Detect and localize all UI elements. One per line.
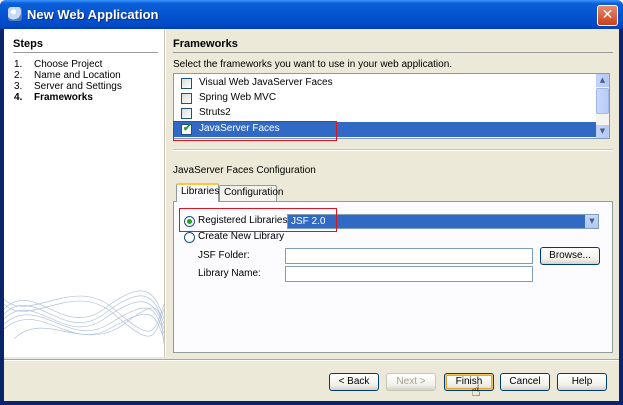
framework-item-struts2[interactable]: Struts2 bbox=[174, 106, 598, 121]
library-name-field[interactable] bbox=[285, 266, 533, 282]
step-number: 2. bbox=[14, 70, 23, 81]
framework-label: Spring Web MVC bbox=[199, 92, 277, 103]
tab-configuration[interactable]: Configuration bbox=[219, 185, 283, 201]
scroll-up-arrow-icon[interactable]: ▲ bbox=[596, 74, 609, 87]
step-item: 1. Choose Project bbox=[14, 59, 102, 70]
framework-label: Visual Web JavaServer Faces bbox=[199, 77, 333, 88]
section-divider bbox=[173, 149, 613, 151]
tab-libraries[interactable]: Libraries bbox=[176, 183, 219, 202]
cancel-button[interactable]: Cancel bbox=[500, 373, 550, 391]
framework-item-visual-web-jsf[interactable]: Visual Web JavaServer Faces bbox=[174, 76, 598, 91]
create-new-library-radio[interactable] bbox=[184, 232, 195, 243]
back-button[interactable]: < Back bbox=[329, 373, 379, 391]
help-button[interactable]: Help bbox=[557, 373, 607, 391]
step-item: 2. Name and Location bbox=[14, 70, 121, 81]
step-label: Frameworks bbox=[34, 92, 93, 103]
highlight-box-registered-libraries bbox=[179, 208, 337, 232]
step-number: 4. bbox=[14, 92, 23, 103]
close-button[interactable]: ✕ bbox=[597, 5, 618, 26]
frameworks-divider bbox=[173, 52, 613, 53]
library-name-label: Library Name: bbox=[198, 268, 261, 279]
browse-button[interactable]: Browse... bbox=[540, 247, 600, 265]
framework-checkbox[interactable] bbox=[181, 78, 192, 89]
jsf-folder-label: JSF Folder: bbox=[198, 250, 250, 261]
configuration-title: JavaServer Faces Configuration bbox=[173, 165, 316, 176]
framework-label: Struts2 bbox=[199, 107, 231, 118]
panel-divider bbox=[164, 29, 166, 357]
mouse-pointer-icon: ☝ bbox=[471, 381, 481, 400]
scroll-down-arrow-icon[interactable]: ▼ bbox=[596, 125, 609, 138]
steps-title: Steps bbox=[13, 38, 43, 50]
decorative-waves-graphic bbox=[4, 290, 164, 345]
create-new-library-label: Create New Library bbox=[198, 231, 285, 242]
next-button[interactable]: Next > bbox=[386, 373, 436, 391]
title-bar[interactable]: New Web Application ✕ bbox=[0, 0, 623, 29]
frameworks-scrollbar[interactable]: ▲ ▼ bbox=[596, 74, 609, 138]
step-number: 1. bbox=[14, 59, 23, 70]
highlight-box-jsf-framework bbox=[173, 121, 337, 141]
frameworks-description: Select the frameworks you want to use in… bbox=[173, 59, 453, 70]
framework-item-spring-web-mvc[interactable]: Spring Web MVC bbox=[174, 91, 598, 106]
step-item-current: 4. Frameworks bbox=[14, 92, 93, 103]
footer-divider bbox=[4, 359, 619, 361]
frameworks-panel: Frameworks Select the frameworks you wan… bbox=[167, 29, 619, 357]
finish-button[interactable]: Finish bbox=[444, 373, 494, 391]
scroll-thumb[interactable] bbox=[596, 88, 609, 114]
steps-panel: Steps 1. Choose Project 2. Name and Locati… bbox=[4, 29, 164, 357]
frameworks-title: Frameworks bbox=[173, 38, 238, 50]
chevron-down-icon[interactable]: ▼ bbox=[585, 215, 598, 228]
step-number: 3. bbox=[14, 81, 23, 92]
jsf-folder-field[interactable] bbox=[285, 248, 533, 264]
app-icon bbox=[8, 7, 22, 21]
framework-checkbox[interactable] bbox=[181, 93, 192, 104]
step-label: Choose Project bbox=[34, 59, 103, 70]
step-item: 3. Server and Settings bbox=[14, 81, 122, 92]
framework-checkbox[interactable] bbox=[181, 108, 192, 119]
step-label: Server and Settings bbox=[34, 81, 122, 92]
step-label: Name and Location bbox=[34, 70, 121, 81]
window-title: New Web Application bbox=[27, 7, 159, 22]
dialog-window: New Web Application ✕ Steps 1. Choose Pro… bbox=[0, 0, 623, 405]
dialog-body: Steps 1. Choose Project 2. Name and Locati… bbox=[4, 29, 619, 401]
steps-divider bbox=[13, 52, 158, 53]
